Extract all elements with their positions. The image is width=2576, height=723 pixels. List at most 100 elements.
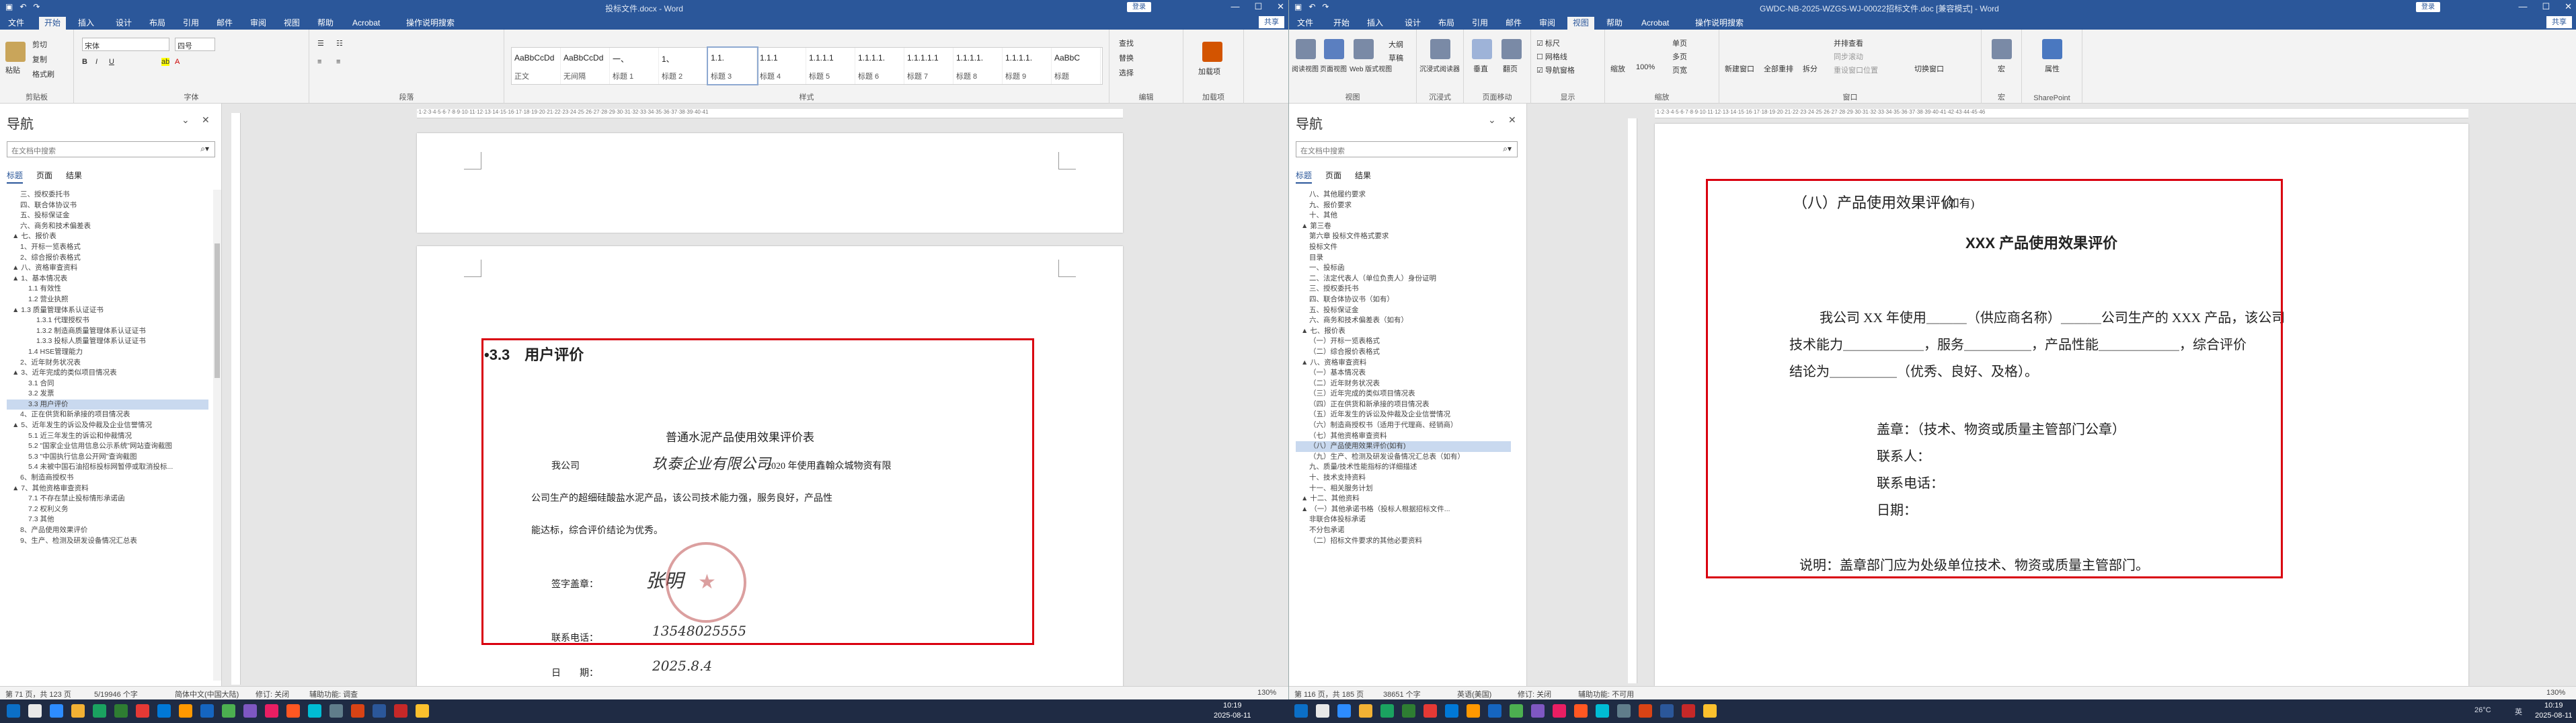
nav-heading-item[interactable]: 八、其他履约要求: [1296, 190, 1511, 200]
tab-layout[interactable]: 布局: [1433, 17, 1460, 30]
chevron-down-icon[interactable]: ⌄: [182, 114, 190, 126]
nav-heading-item[interactable]: 3.3 用户评价: [7, 399, 208, 410]
track-changes[interactable]: 修订: 关闭: [1518, 689, 1551, 699]
zoom-level[interactable]: 130%: [1257, 689, 1276, 697]
nav-heading-item[interactable]: ▲ 3、近年完成的类似项目情况表: [7, 368, 208, 379]
tab-help[interactable]: 帮助: [312, 17, 339, 30]
select-button[interactable]: 选择: [1119, 67, 1134, 78]
start-icon[interactable]: [1294, 704, 1308, 718]
word-icon[interactable]: [1660, 704, 1674, 718]
nav-heading-item[interactable]: 九、质量/技术性能指标的详细描述: [1296, 462, 1511, 473]
app-icon[interactable]: [351, 704, 364, 718]
undo-icon[interactable]: ↶: [1309, 2, 1315, 11]
addin-button[interactable]: 加载项: [1198, 66, 1220, 77]
switch-windows-button[interactable]: 切换窗口: [1914, 63, 1944, 74]
tab-references[interactable]: 引用: [1467, 17, 1493, 30]
app-icon[interactable]: [1531, 704, 1545, 718]
nav-heading-item[interactable]: ▲ 1、基本情况表: [7, 274, 208, 284]
nav-heading-item[interactable]: 1、开标一览表格式: [7, 242, 208, 253]
close-icon[interactable]: ✕: [1277, 1, 1284, 12]
view-side-by-side-button[interactable]: 并排查看: [1834, 38, 1863, 48]
nav-heading-item[interactable]: 1.3.2 制造商质量管理体系认证证书: [7, 326, 208, 337]
nav-heading-item[interactable]: ▲ 7、其他资格审查资料: [7, 484, 208, 494]
vertical-button[interactable]: 垂直: [1473, 63, 1488, 74]
accessibility[interactable]: 辅助功能: 不可用: [1578, 689, 1634, 699]
nav-heading-item[interactable]: 6、制造商授权书: [7, 473, 208, 484]
web-layout-icon[interactable]: [1354, 39, 1374, 59]
style-item[interactable]: 1.1.1.1.1 标题 7: [904, 48, 953, 84]
app-icon[interactable]: [200, 704, 214, 718]
font-name-select[interactable]: 宋体: [82, 38, 169, 51]
nav-heading-item[interactable]: 六、商务和技术偏差表（如有）: [1296, 315, 1511, 326]
draft-button[interactable]: 草稿: [1389, 52, 1403, 63]
tab-review[interactable]: 审阅: [245, 17, 272, 30]
style-item[interactable]: 1.1.1.1 标题 5: [806, 48, 855, 84]
outline-button[interactable]: 大纲: [1389, 39, 1403, 50]
style-item[interactable]: 1.1.1.1. 标题 9: [1003, 48, 1052, 84]
tab-file[interactable]: 文件: [1292, 17, 1319, 30]
split-button[interactable]: 拆分: [1803, 63, 1818, 74]
app-icon[interactable]: [1445, 704, 1458, 718]
save-icon[interactable]: ▣: [1294, 2, 1302, 11]
acrobat-icon[interactable]: [1682, 704, 1695, 718]
style-item[interactable]: AaBbCcDd 正文: [512, 48, 561, 84]
page-width-button[interactable]: 页宽: [1672, 65, 1687, 75]
nav-heading-item[interactable]: ▲ 5、近年发生的诉讼及仲裁及企业信誉情况: [7, 420, 208, 431]
tab-file[interactable]: 文件: [3, 17, 30, 30]
nav-heading-item[interactable]: （五）近年发生的诉讼及仲裁及企业信誉情况: [1296, 410, 1511, 420]
search-icon[interactable]: ⌕▾: [200, 144, 209, 154]
minimize-icon[interactable]: —: [2518, 1, 2527, 12]
one-page-button[interactable]: 单页: [1672, 38, 1687, 48]
maximize-icon[interactable]: ☐: [1254, 1, 1262, 12]
nav-heading-item[interactable]: ▲ （一）其他承诺书格（投标人根据招标文件...: [1296, 504, 1511, 515]
input-language[interactable]: 英: [2515, 706, 2522, 717]
track-changes[interactable]: 修订: 关闭: [256, 689, 289, 699]
app-icon[interactable]: [1488, 704, 1501, 718]
search-icon[interactable]: [28, 704, 42, 718]
tab-insert[interactable]: 插入: [73, 17, 100, 30]
bullets-icon[interactable]: ☰: [317, 39, 324, 48]
immersive-reader-button[interactable]: 沉浸式阅读器: [1419, 63, 1460, 73]
reset-window-button[interactable]: 重设窗口位置: [1834, 65, 1878, 75]
app-icon[interactable]: [265, 704, 278, 718]
tab-layout[interactable]: 布局: [144, 17, 171, 30]
minimize-icon[interactable]: —: [1231, 1, 1239, 12]
properties-button[interactable]: 属性: [2045, 63, 2060, 74]
page-count[interactable]: 第 116 页，共 185 页: [1294, 689, 1364, 699]
app-icon[interactable]: [1402, 704, 1415, 718]
nav-heading-item[interactable]: 十一、相关服务计划: [1296, 484, 1511, 494]
nav-heading-item[interactable]: （九）生产、检测及研发设备情况汇总表（如有）: [1296, 452, 1511, 463]
style-item[interactable]: 1、 标题 2: [659, 48, 708, 84]
app-icon[interactable]: [179, 704, 192, 718]
nav-heading-item[interactable]: 7.3 其他: [7, 515, 208, 525]
nav-scrollbar[interactable]: [213, 190, 221, 681]
tab-view[interactable]: 视图: [278, 17, 305, 30]
nav-heading-item[interactable]: ▲ 1.3 质量管理体系认证证书: [7, 305, 208, 316]
nav-heading-item[interactable]: 第六章 投标文件格式要求: [1296, 231, 1511, 242]
nav-heading-item[interactable]: 二、法定代表人（单位负责人）身份证明: [1296, 274, 1511, 284]
search-icon[interactable]: [1316, 704, 1329, 718]
nav-heading-item[interactable]: 5.4 未被中国石油招标投标网暂停或取消投标...: [7, 462, 208, 473]
print-layout-button[interactable]: 页面视图: [1320, 63, 1347, 73]
tab-pages[interactable]: 页面: [1325, 169, 1341, 184]
close-icon[interactable]: ✕: [1508, 114, 1516, 126]
nav-heading-item[interactable]: 1.1 有效性: [7, 284, 208, 295]
zoom-100-button[interactable]: 100%: [1636, 63, 1655, 71]
tab-home[interactable]: 开始: [1328, 17, 1355, 30]
app-icon[interactable]: [157, 704, 171, 718]
tab-design[interactable]: 设计: [110, 17, 137, 30]
nav-heading-item[interactable]: 目录: [1296, 253, 1511, 264]
tab-acrobat[interactable]: Acrobat: [347, 17, 385, 30]
app-icon[interactable]: [1596, 704, 1609, 718]
nav-heading-item[interactable]: 4、正在供货和新承接的项目情况表: [7, 410, 208, 420]
nav-heading-item[interactable]: 5.2 "国家企业信用信息公示系统"网站查询截图: [7, 441, 208, 452]
style-item[interactable]: AaBbC 标题: [1052, 48, 1101, 84]
side-to-side-icon[interactable]: [1501, 39, 1522, 59]
format-painter-button[interactable]: 格式刷: [32, 69, 54, 79]
tab-mailings[interactable]: 邮件: [211, 17, 238, 30]
app-icon[interactable]: [136, 704, 149, 718]
close-icon[interactable]: ✕: [202, 114, 210, 126]
tab-mailings[interactable]: 邮件: [1500, 17, 1527, 30]
immersive-reader-icon[interactable]: [1430, 39, 1450, 59]
nav-search-input[interactable]: 在文档中搜索 ⌕▾: [1296, 141, 1518, 157]
